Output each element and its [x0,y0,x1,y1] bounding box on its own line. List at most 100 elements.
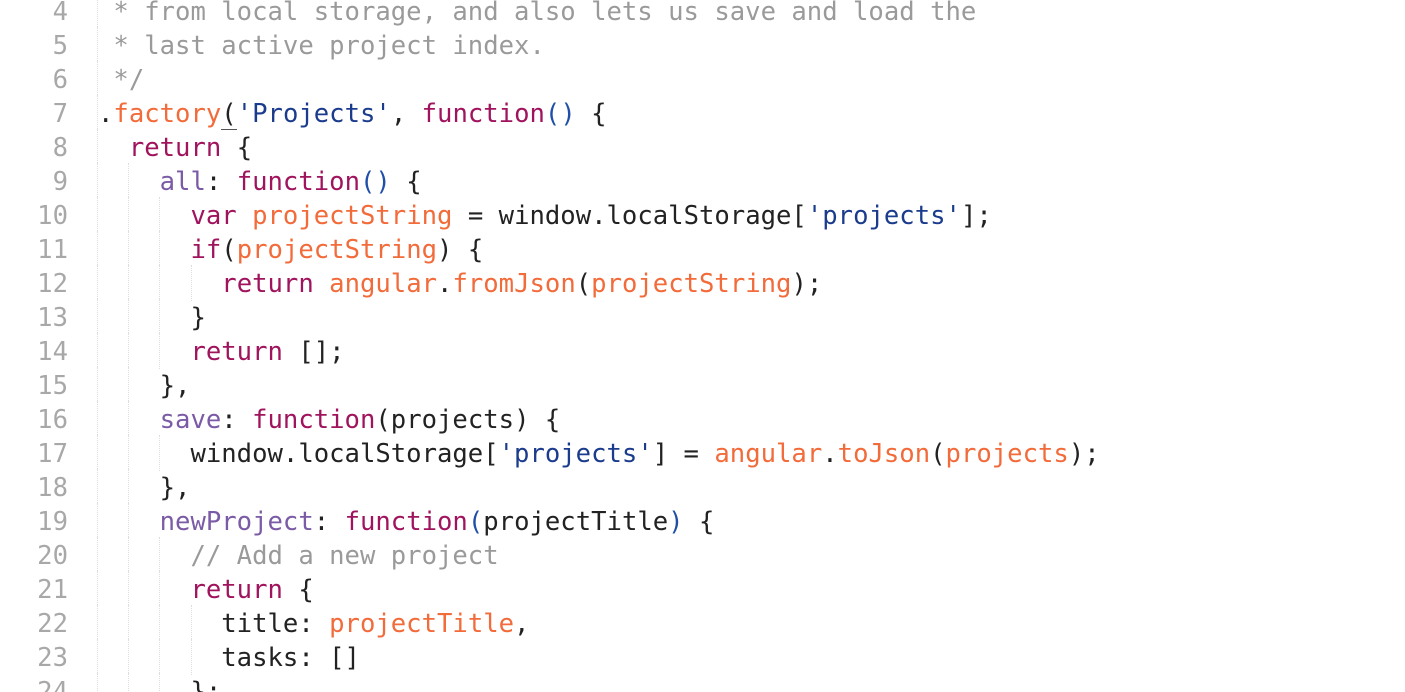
code-line[interactable]: 13 } [0,299,1405,335]
code-line[interactable]: 19 newProject: function(projectTitle) { [0,503,1405,539]
token-var: angular [329,269,438,299]
token-def: tasks: [] [98,643,360,673]
code-line[interactable]: 12 return angular.fromJson(projectString… [0,265,1405,301]
token-kw: if [190,235,222,265]
token-str: 'projects' [806,201,961,231]
code-line[interactable]: 16 save: function(projects) { [0,401,1405,437]
code-text: window.localStorage['projects'] = angula… [98,437,1100,471]
line-number: 21 [37,575,68,605]
token-def: }, [98,473,191,503]
code-editor[interactable]: 4 * from local storage, and also lets us… [0,0,1405,692]
token-prop: save [159,405,222,435]
code-line[interactable]: 23 tasks: [] [0,639,1405,675]
token-var: projects [945,439,1069,469]
token-var: angular [714,439,823,469]
code-text: .factory('Projects', function() { [98,97,607,131]
line-number: 4 [52,0,68,27]
code-line[interactable]: 11 if(projectString) { [0,231,1405,267]
token-com: */ [98,65,145,95]
token-def [98,167,160,197]
code-text: return angular.fromJson(projectString); [98,267,822,301]
code-line[interactable]: 24 }; [0,673,1405,692]
code-line[interactable]: 9 all: function() { [0,163,1405,199]
code-line[interactable]: 17 window.localStorage['projects'] = ang… [0,435,1405,471]
code-line[interactable]: 14 return []; [0,333,1405,369]
code-text: }; [98,675,221,692]
code-line[interactable]: 10 var projectString = window.localStora… [0,197,1405,233]
token-def: ); [1068,439,1100,469]
code-line[interactable]: 20 // Add a new project [0,537,1405,573]
line-number: 7 [52,99,68,129]
code-text: all: function() { [98,165,422,199]
token-str: 'projects' [498,439,653,469]
token-var: fromJson [452,269,576,299]
code-text: */ [98,63,144,97]
token-def: ] = [652,439,715,469]
code-line[interactable]: 15 }, [0,367,1405,403]
code-line[interactable]: 7 .factory('Projects', function() { [0,95,1405,131]
token-def: (projects) { [375,405,561,435]
code-text: * last active project index. [98,29,544,63]
token-var: factory [113,99,222,129]
token-def [98,405,160,435]
token-def [98,133,129,163]
code-line[interactable]: 5 * last active project index. [0,27,1405,63]
token-def [98,575,190,605]
code-line[interactable]: 22 title: projectTitle, [0,605,1405,641]
line-number: 22 [37,609,68,639]
token-def: . [437,269,453,299]
line-number: 16 [37,405,68,435]
token-kw: return [221,269,314,299]
token-def: }; [98,677,222,692]
token-paren: () [359,167,391,197]
token-def: }, [98,371,191,401]
token-def [98,507,160,537]
token-def: : [221,405,253,435]
line-number: 12 [37,269,68,299]
token-paren: ( [467,507,484,537]
token-def [98,201,190,231]
token-def: window.localStorage[ [98,439,499,469]
token-match: ( [221,99,237,130]
code-text: var projectString = window.localStorage[… [98,199,991,233]
line-number: 23 [37,643,68,673]
token-def: ( [575,269,592,299]
code-line[interactable]: 4 * from local storage, and also lets us… [0,0,1405,29]
code-line[interactable]: 6 */ [0,61,1405,97]
code-line[interactable]: 8 return { [0,129,1405,165]
token-def: { [575,99,607,129]
code-text: newProject: function(projectTitle) { [98,505,715,539]
code-text: return { [98,131,252,165]
token-prop: all [159,167,206,197]
token-kw: function [252,405,376,435]
token-def: { [221,133,253,163]
token-kw: return [190,337,283,367]
code-line[interactable]: 21 return { [0,571,1405,607]
token-kw: var [190,201,237,231]
token-kw: function [421,99,545,129]
token-def: . [98,99,114,129]
line-number: 9 [52,167,68,197]
token-def: ( [930,439,946,469]
line-number: 20 [37,541,68,571]
token-def [237,201,252,231]
token-prop: newProject [159,507,314,537]
token-kw: function [236,167,360,197]
code-text: } [98,301,205,335]
token-paren: ) [668,507,684,537]
token-kw: return [128,133,222,163]
code-text: return []; [98,335,344,369]
token-def: { [683,507,715,537]
code-text: tasks: [] [98,641,360,675]
token-var: projectString [236,235,438,265]
line-number: 5 [52,31,68,61]
token-def: ); [791,269,823,299]
token-kw: function [344,507,468,537]
line-number: 14 [37,337,68,367]
line-number: 19 [37,507,68,537]
line-number: 18 [37,473,68,503]
code-line[interactable]: 18 }, [0,469,1405,505]
token-def [98,269,221,299]
token-def: = window.localStorage[ [452,201,807,231]
token-def [98,337,190,367]
